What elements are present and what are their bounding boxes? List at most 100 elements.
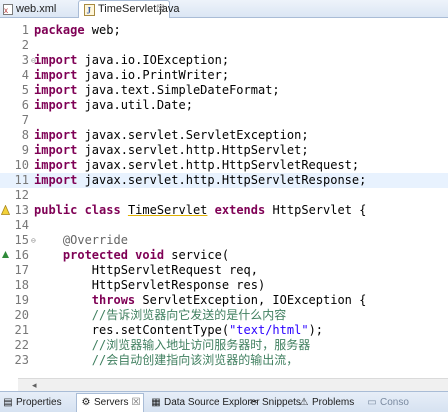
code-line[interactable]: 6 import java.util.Date;: [0, 98, 448, 113]
keyword-token: import: [34, 173, 78, 187]
close-tab-icon[interactable]: ☒: [156, 2, 165, 17]
view-tab-problems[interactable]: ⚠ Problems: [298, 395, 355, 411]
code-token: TimeServlet: [127, 203, 208, 217]
view-tab-label: Data Source Explorer: [164, 397, 260, 408]
code-line[interactable]: 11 import javax.servlet.http.HttpServletR…: [0, 173, 448, 188]
code-text: import java.io.IOException;: [34, 53, 229, 68]
code-text: import java.text.SimpleDateFormat;: [34, 83, 280, 98]
keyword-token: throws: [91, 293, 136, 307]
data-source-icon: ▦: [151, 397, 161, 408]
code-line[interactable]: 22 //浏览器输入地址访问服务器时，服务器: [0, 338, 448, 353]
line-number: 4: [21, 68, 29, 82]
code-text: package web;: [34, 23, 121, 38]
snippets-icon: ✂: [249, 397, 259, 408]
code-text: import javax.servlet.http.HttpServlet;: [34, 143, 309, 158]
code-token: service(: [164, 248, 230, 262]
code-line[interactable]: 13 public class TimeServlet extends HttpS…: [0, 203, 448, 218]
svg-text:J: J: [87, 6, 92, 16]
line-number: 2: [21, 38, 29, 52]
editor-tab-bar: x web.xml J TimeServlet.java ☒: [0, 0, 448, 18]
view-tab-label: Servers: [94, 397, 129, 408]
code-line[interactable]: 10 import javax.servlet.http.HttpServletR…: [0, 158, 448, 173]
tab-web-xml[interactable]: x web.xml: [0, 1, 78, 18]
keyword-token: import: [34, 53, 78, 67]
line-number: 8: [21, 128, 29, 142]
code-token: javax.servlet.ServletException;: [77, 128, 309, 142]
view-tab-data-source-explorer[interactable]: ▦ Data Source Explorer: [150, 395, 260, 411]
code-line[interactable]: 2: [0, 38, 448, 53]
code-line[interactable]: 12: [0, 188, 448, 203]
code-line[interactable]: 5 import java.text.SimpleDateFormat;: [0, 83, 448, 98]
code-line[interactable]: 14: [0, 218, 448, 233]
keyword-token: public class: [34, 203, 121, 217]
keyword-token: protected void: [62, 248, 165, 262]
view-tab-snippets[interactable]: ✂ Snippets: [248, 395, 301, 411]
code-line[interactable]: 1 package web;: [0, 23, 448, 38]
code-line[interactable]: 18 HttpServletResponse res): [0, 278, 448, 293]
line-number: 15: [14, 233, 29, 247]
console-icon: ▭: [367, 397, 377, 408]
properties-icon: ▤: [3, 397, 13, 408]
code-token: java.text.SimpleDateFormat;: [77, 83, 280, 97]
code-token: java.io.IOException;: [77, 53, 230, 67]
view-tab-servers[interactable]: ⚙ Servers ☒: [76, 393, 145, 412]
tab-label: TimeServlet.java: [98, 3, 180, 15]
code-line[interactable]: 21 res.setContentType("text/html");: [0, 323, 448, 338]
code-token: );: [308, 323, 324, 337]
view-tab-conso[interactable]: ▭ Conso: [366, 395, 409, 411]
code-text: //浏览器输入地址访问服务器时，服务器: [34, 338, 310, 353]
view-tab-label: Properties: [16, 397, 62, 408]
svg-text:x: x: [4, 6, 8, 15]
code-line[interactable]: 15 ⊖ @Override: [0, 233, 448, 248]
keyword-token: import: [34, 83, 78, 97]
line-number: 12: [14, 188, 29, 202]
code-line[interactable]: 19 throws ServletException, IOException …: [0, 293, 448, 308]
code-line[interactable]: 9 import javax.servlet.http.HttpServlet;: [0, 143, 448, 158]
tab-label: web.xml: [16, 3, 57, 15]
line-number: 13: [14, 203, 29, 217]
line-number: 19: [14, 293, 29, 307]
code-token: HttpServlet {: [265, 203, 367, 217]
code-line[interactable]: 20 //告诉浏览器向它发送的是什么内容: [0, 308, 448, 323]
code-token: ServletException, IOException {: [135, 293, 367, 307]
keyword-token: import: [34, 158, 78, 172]
code-line[interactable]: 16 protected void service(: [0, 248, 448, 263]
code-text: throws ServletException, IOException {: [34, 293, 367, 308]
code-text: //告诉浏览器向它发送的是什么内容: [34, 308, 286, 323]
code-line[interactable]: 3 ⊖ import java.io.IOException;: [0, 53, 448, 68]
view-tab-properties[interactable]: ▤ Properties: [2, 395, 62, 411]
scroll-left-icon[interactable]: ◂: [32, 379, 37, 391]
line-number: 5: [21, 83, 29, 97]
code-line[interactable]: 8 import javax.servlet.ServletException;: [0, 128, 448, 143]
views-tab-bar: ▤ Properties ⚙ Servers ☒ ▦ Data Source Explore…: [0, 391, 448, 412]
code-text: res.setContentType("text/html");: [34, 323, 323, 338]
code-token: HttpServletRequest req,: [34, 263, 258, 277]
code-text: HttpServletRequest req,: [34, 263, 258, 278]
code-editor[interactable]: 1 package web; 2 3 ⊖ import java.io.IOExcepti…: [0, 18, 448, 378]
code-line[interactable]: 17 HttpServletRequest req,: [0, 263, 448, 278]
tab-time-servlet-java[interactable]: J TimeServlet.java ☒: [78, 0, 180, 18]
code-line[interactable]: 23 //会自动创建指向该浏览器的输出流，: [0, 353, 448, 368]
eclipse-editor-window: x web.xml J TimeServlet.java ☒ 1 package …: [0, 0, 448, 412]
code-token: java.util.Date;: [77, 98, 193, 112]
horizontal-scrollbar[interactable]: ◂: [18, 378, 448, 391]
code-line[interactable]: 4 import java.io.PrintWriter;: [0, 68, 448, 83]
code-text: public class TimeServlet extends HttpSer…: [34, 203, 366, 218]
line-number: 21: [14, 323, 29, 337]
code-text: import javax.servlet.ServletException;: [34, 128, 309, 143]
string-token: "text/html": [229, 323, 309, 337]
code-line[interactable]: 7: [0, 113, 448, 128]
close-view-icon[interactable]: ☒: [131, 397, 140, 408]
code-token: javax.servlet.http.HttpServletResponse;: [77, 173, 367, 187]
keyword-token: package: [34, 23, 85, 37]
code-text: //会自动创建指向该浏览器的输出流，: [34, 353, 298, 368]
keyword-token: import: [34, 68, 78, 82]
line-number: 7: [21, 113, 29, 127]
line-number: 23: [14, 353, 29, 367]
code-token: javax.servlet.http.HttpServlet;: [77, 143, 309, 157]
keyword-token: import: [34, 143, 78, 157]
